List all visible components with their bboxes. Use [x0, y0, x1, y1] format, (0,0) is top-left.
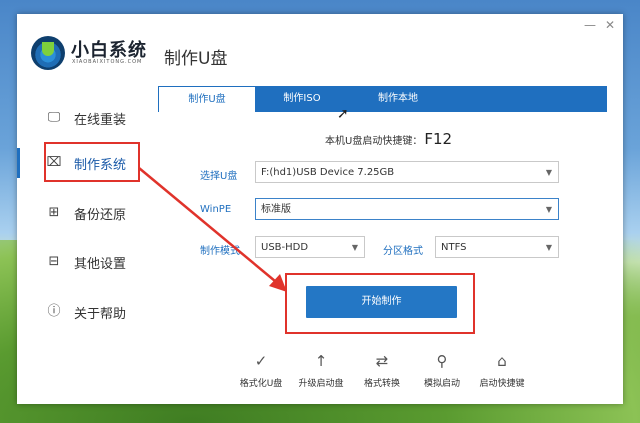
hotkey-label: 本机U盘启动快捷键：	[325, 136, 423, 147]
sidebar-item-other-settings[interactable]: ⊟ 其他设置	[17, 247, 142, 277]
start-make-button[interactable]: 开始制作	[306, 286, 457, 318]
briefcase-icon: ⊟	[48, 254, 60, 269]
hotkey-info: 本机U盘启动快捷键： F12	[325, 130, 452, 148]
hotkey-key: F12	[424, 130, 453, 148]
chevron-down-icon: ▼	[351, 243, 358, 252]
app-window: 小白系统 XIAOBAIXITONG.COM 制作U盘 — ✕ 🖵 在线重装 ⌧…	[17, 14, 623, 404]
tab-make-usb[interactable]: 制作U盘	[158, 86, 256, 112]
tool-format-usb[interactable]: ✓ 格式化U盘	[231, 352, 291, 389]
close-icon[interactable]: ✕	[601, 18, 619, 32]
tab-bar: 制作U盘 制作ISO 制作本地	[158, 86, 607, 112]
tool-label: 启动快捷键	[479, 379, 525, 389]
app-subtitle: XIAOBAIXITONG.COM	[72, 59, 143, 65]
sidebar-item-online-reinstall[interactable]: 🖵 在线重装	[17, 103, 142, 133]
winpe-select[interactable]: 标准版 ▼	[255, 198, 559, 220]
tool-upgrade-boot[interactable]: ↑ 升级启动盘	[291, 352, 351, 389]
sidebar-item-label: 在线重装	[74, 113, 127, 128]
tool-format-convert[interactable]: ⇄ 格式转换	[352, 352, 412, 389]
upload-circle-icon: ↑	[314, 352, 328, 370]
page-title: 制作U盘	[164, 49, 228, 69]
tool-label: 格式转换	[363, 379, 400, 389]
partition-select-value: NTFS	[441, 242, 467, 253]
sidebar-item-label: 其他设置	[74, 257, 127, 272]
info-icon: ⓘ	[47, 304, 61, 319]
annotation-arrow	[138, 167, 287, 292]
partition-select[interactable]: NTFS ▼	[435, 236, 559, 258]
tool-boot-hotkey[interactable]: ⌂ 启动快捷键	[472, 352, 532, 389]
convert-icon: ⇄	[375, 352, 389, 370]
highlight-box	[44, 142, 140, 182]
tab-make-iso[interactable]: 制作ISO	[254, 86, 350, 112]
sidebar-item-backup-restore[interactable]: ⊞ 备份还原	[17, 198, 142, 228]
chevron-down-icon: ▼	[545, 168, 552, 177]
chevron-down-icon: ▼	[545, 205, 552, 214]
tool-simulate-boot[interactable]: ⚲ 模拟启动	[412, 352, 472, 389]
simulate-icon: ⚲	[436, 352, 448, 370]
grid-icon: ⊞	[48, 205, 60, 220]
tool-label: 升级启动盘	[298, 379, 344, 389]
usb-select[interactable]: F:(hd1)USB Device 7.25GB ▼	[255, 161, 559, 183]
sidebar-item-about-help[interactable]: ⓘ 关于帮助	[17, 297, 142, 327]
tab-make-local[interactable]: 制作本地	[350, 86, 446, 112]
monitor-icon: 🖵	[47, 110, 61, 125]
mouse-icon: ⌂	[497, 352, 507, 370]
app-logo	[31, 36, 65, 70]
tool-label: 格式化U盘	[239, 379, 283, 389]
partition-label: 分区格式	[383, 246, 423, 257]
sidebar-item-label: 备份还原	[74, 208, 127, 223]
tool-label: 模拟启动	[423, 379, 460, 389]
chevron-down-icon: ▼	[545, 243, 552, 252]
minimize-icon[interactable]: —	[581, 18, 599, 32]
check-circle-icon: ✓	[254, 352, 268, 370]
active-indicator	[17, 148, 20, 178]
sidebar-item-label: 关于帮助	[74, 307, 127, 322]
mouse-cursor-icon: ➚	[337, 106, 349, 122]
